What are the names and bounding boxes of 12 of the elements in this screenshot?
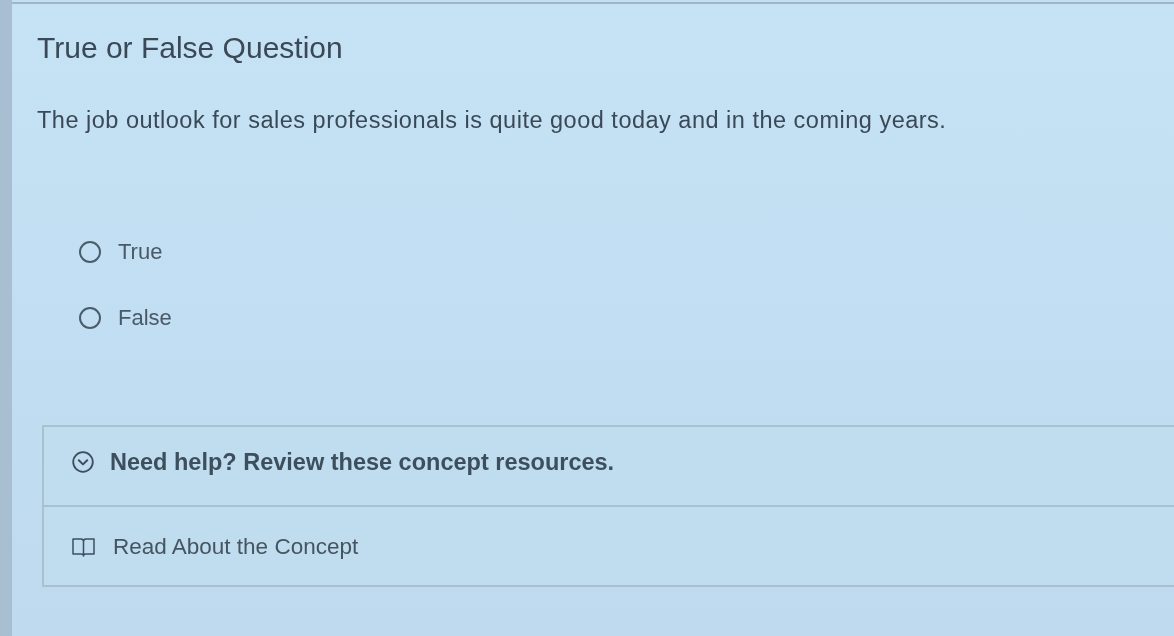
book-icon xyxy=(72,537,95,557)
option-label: True xyxy=(118,238,163,266)
resource-link[interactable]: Read About the Concept xyxy=(72,532,359,562)
option-label: False xyxy=(118,304,172,332)
radio-button[interactable] xyxy=(79,307,101,329)
answer-option[interactable]: False xyxy=(79,303,172,333)
answer-option[interactable]: True xyxy=(79,237,163,267)
radio-button[interactable] xyxy=(79,241,101,263)
help-toggle[interactable]: Need help? Review these concept resources. xyxy=(44,427,1174,507)
question-text: The job outlook for sales professionals is quite good today and in the coming years. xyxy=(37,106,948,135)
chevron-circle-icon xyxy=(72,451,94,473)
question-title: True or False Question xyxy=(37,30,344,66)
